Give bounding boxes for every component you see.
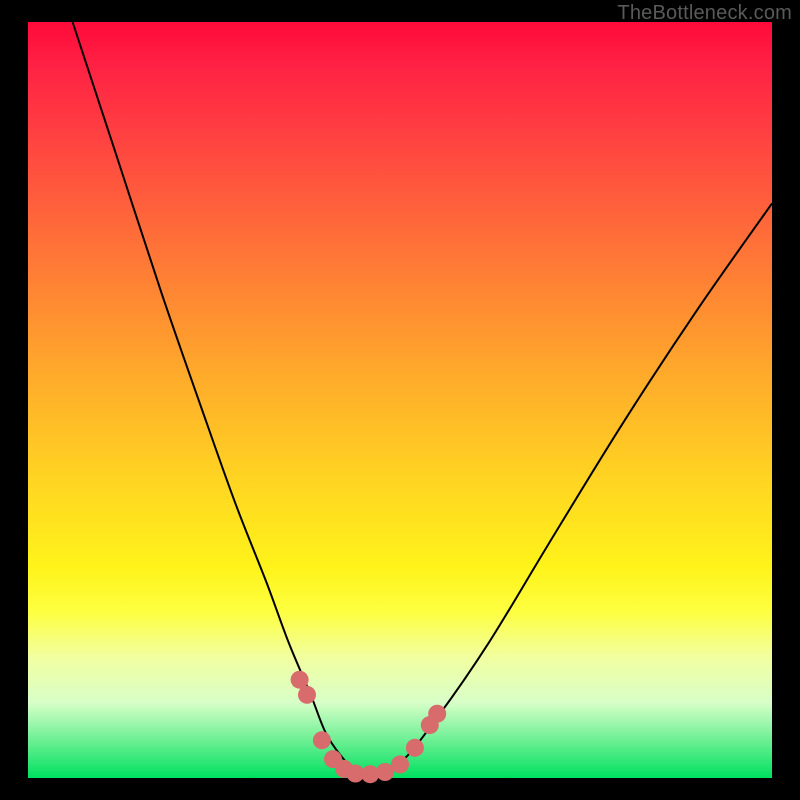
watermark-text: TheBottleneck.com bbox=[617, 2, 792, 25]
plot-area bbox=[28, 22, 772, 778]
curve-marker bbox=[298, 686, 316, 704]
chart-svg bbox=[28, 22, 772, 778]
curve-marker bbox=[391, 755, 409, 773]
markers-group bbox=[291, 671, 447, 784]
curve-marker bbox=[428, 705, 446, 723]
curve-marker bbox=[313, 731, 331, 749]
bottleneck-curve bbox=[73, 22, 772, 775]
curve-marker bbox=[406, 739, 424, 757]
frame: TheBottleneck.com bbox=[0, 0, 800, 800]
